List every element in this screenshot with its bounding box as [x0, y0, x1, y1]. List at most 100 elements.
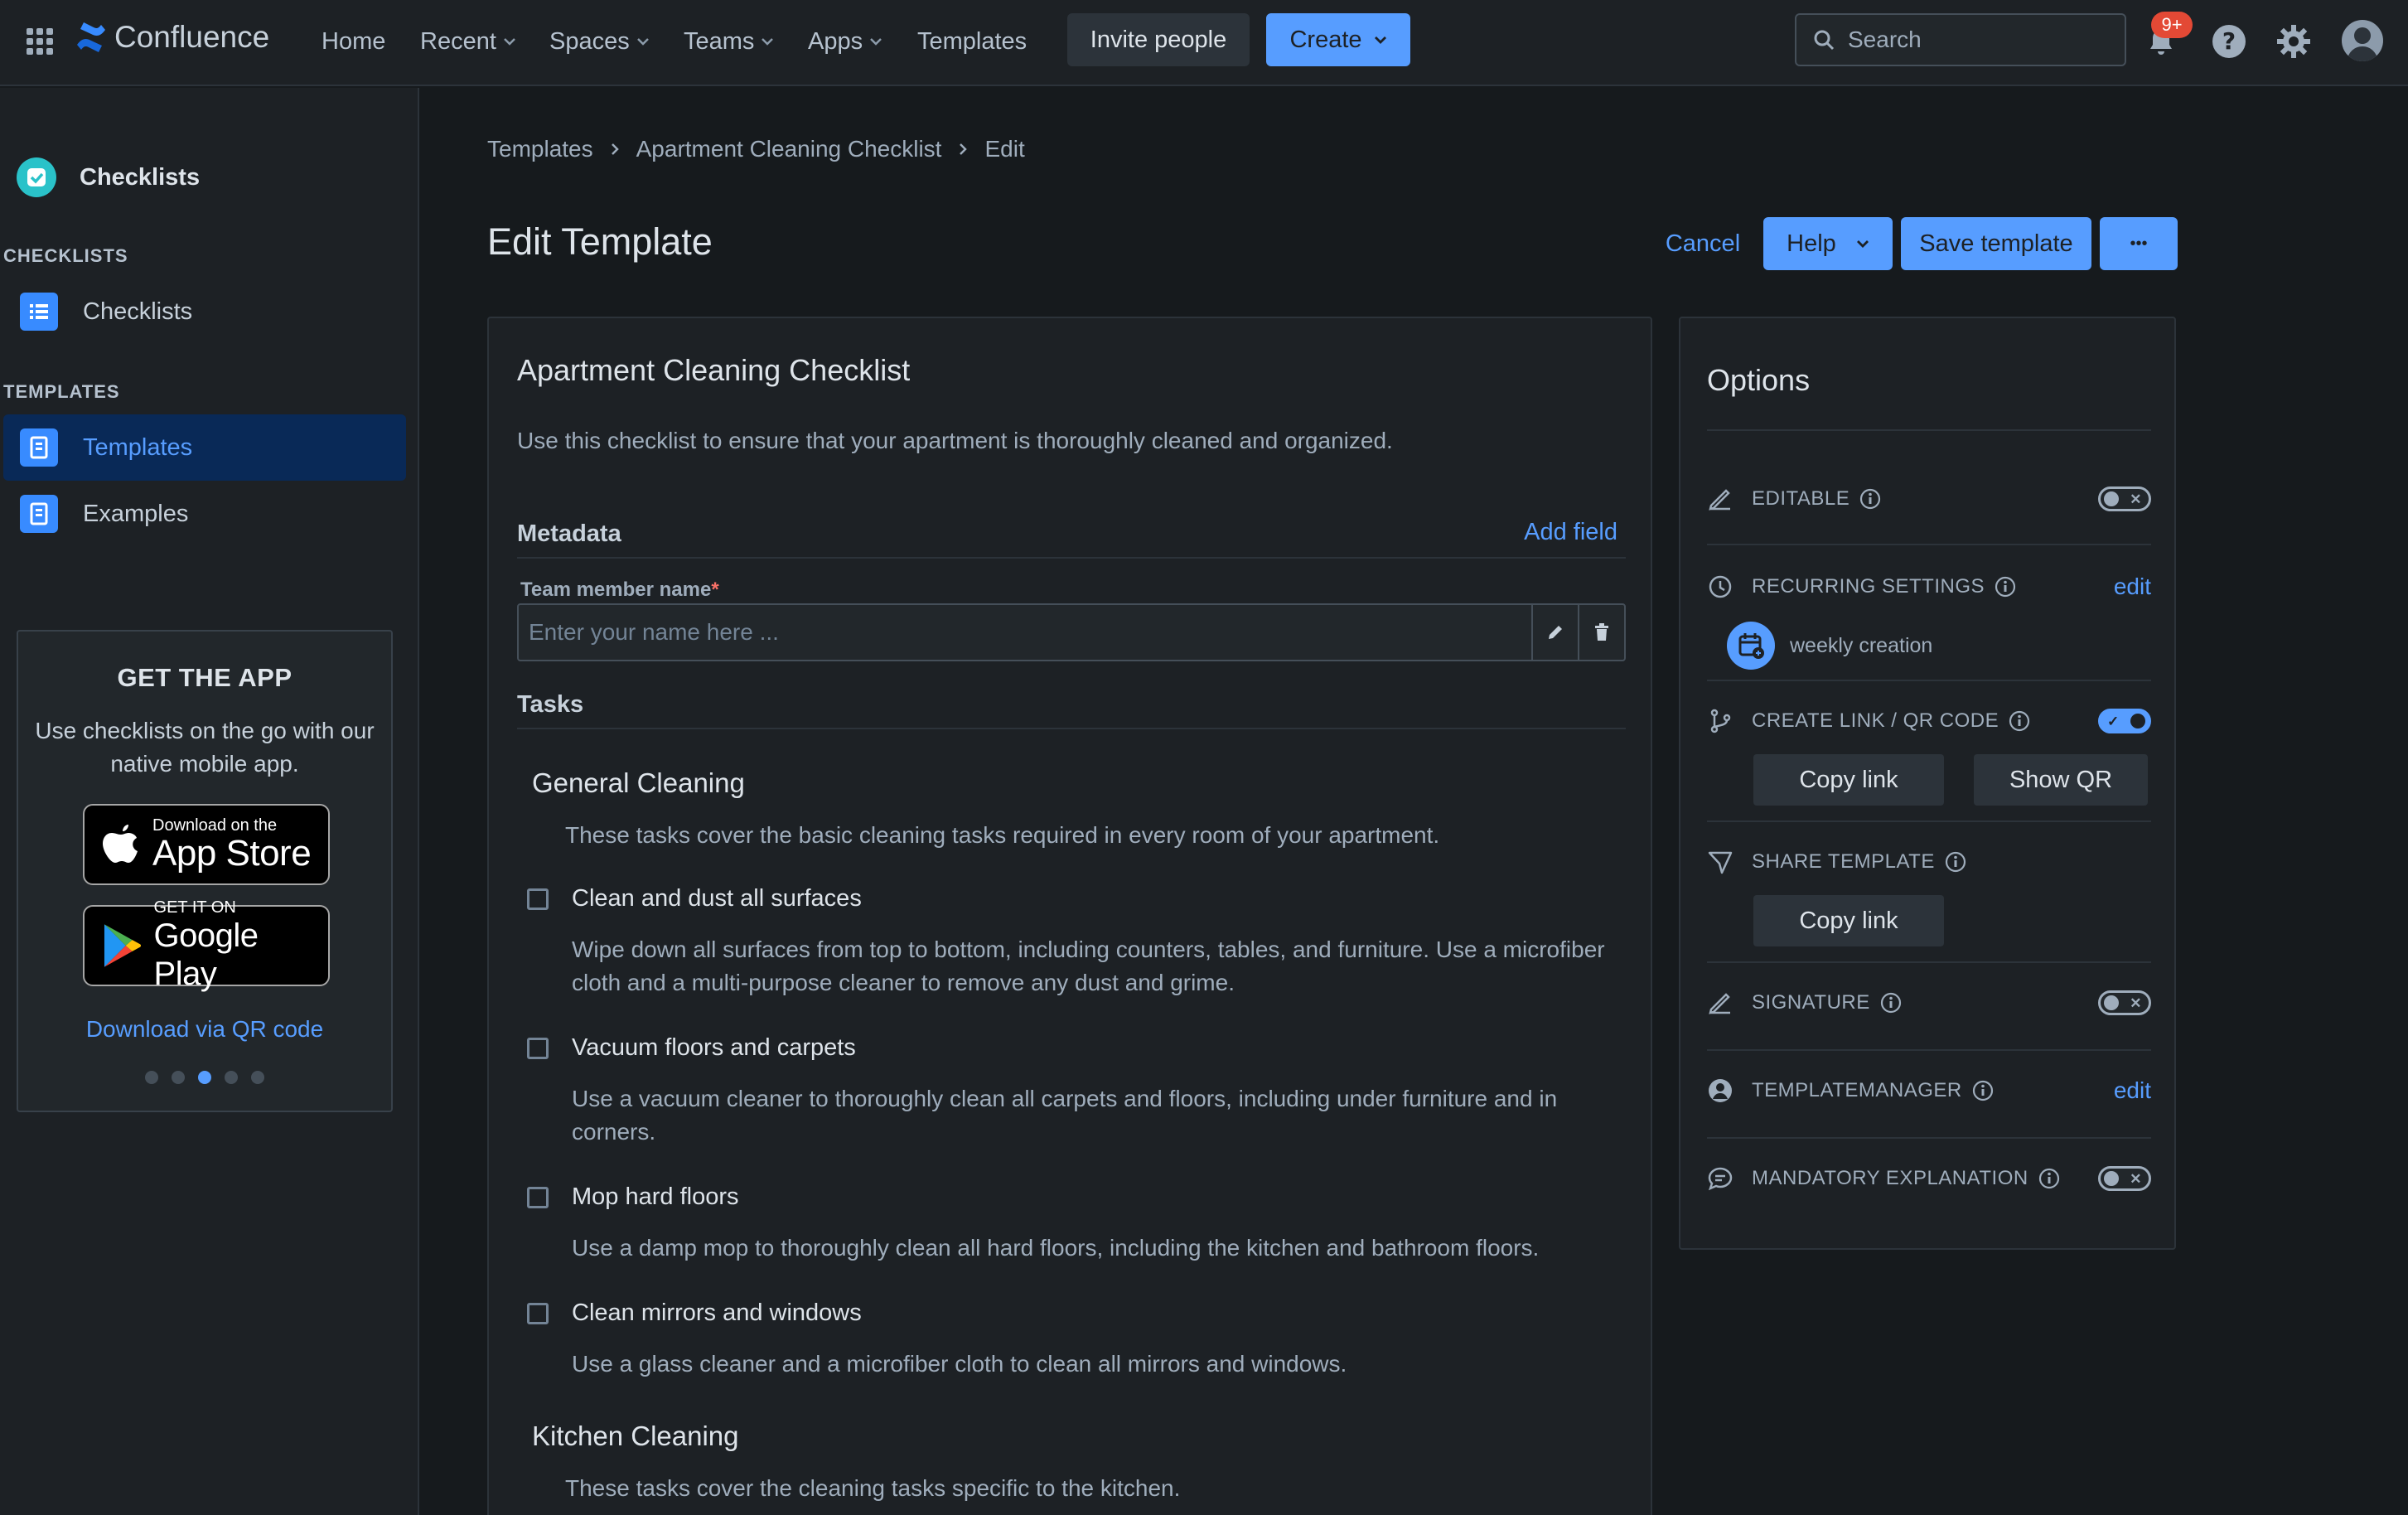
promo-text: Use checklists on the go with our native… [35, 718, 375, 777]
task-name: Vacuum floors and carpets [572, 1034, 856, 1061]
team-member-name-input[interactable] [519, 605, 1531, 660]
more-actions-button[interactable]: ••• [2100, 217, 2178, 270]
search-input[interactable]: Search [1795, 13, 2126, 66]
nav-recent[interactable]: Recent [420, 0, 516, 83]
carousel-dots [18, 1071, 391, 1084]
carousel-dot[interactable] [145, 1071, 158, 1084]
confluence-logo[interactable]: Confluence [75, 20, 269, 55]
editable-toggle[interactable]: ✕ [2098, 486, 2151, 511]
nav-templates[interactable]: Templates [917, 0, 1027, 83]
info-icon[interactable] [2038, 1168, 2060, 1189]
task-item[interactable]: Vacuum floors and carpets [527, 1034, 856, 1062]
chevron-down-icon [870, 38, 882, 46]
divider [1707, 429, 2151, 431]
pen-icon [1709, 993, 1730, 1014]
task-group-description[interactable]: These tasks cover the basic cleaning tas… [565, 822, 1439, 849]
template-editor-panel: Apartment Cleaning Checklist Use this ch… [487, 317, 1652, 1515]
edit-field-button[interactable] [1531, 605, 1578, 660]
nav-apps[interactable]: Apps [808, 0, 882, 83]
branch-link-icon [1710, 709, 1731, 733]
add-field-link[interactable]: Add field [1524, 519, 1617, 546]
recurring-edit-link[interactable]: edit [2114, 574, 2151, 600]
sidebar-category-templates: TEMPLATES [3, 381, 120, 402]
sidebar-item-templates[interactable]: Templates [3, 414, 406, 481]
create-link-toggle[interactable]: ✓ [2098, 709, 2151, 733]
carousel-dot[interactable] [225, 1071, 238, 1084]
sidebar-item-examples[interactable]: Examples [3, 481, 406, 547]
cancel-button[interactable]: Cancel [1657, 217, 1748, 270]
divider [1707, 961, 2151, 963]
settings-gear-icon[interactable] [2275, 23, 2312, 60]
copy-link-button[interactable]: Copy link [1753, 754, 1944, 806]
option-recurring: RECURRING SETTINGS edit [1707, 572, 2151, 602]
info-icon[interactable] [2009, 710, 2030, 732]
app-store-badge[interactable]: Download on the App Store [83, 804, 330, 885]
show-qr-button[interactable]: Show QR [1974, 754, 2148, 806]
task-checkbox[interactable] [527, 1186, 549, 1208]
sidebar-item-label: Templates [83, 433, 193, 461]
metadata-heading: Metadata [517, 520, 621, 547]
divider [517, 728, 1626, 729]
search-placeholder: Search [1848, 27, 1922, 52]
create-button[interactable]: Create [1266, 13, 1410, 66]
google-play-badge[interactable]: GET IT ON Google Play [83, 898, 330, 992]
option-label: CREATE LINK / QR CODE [1752, 709, 1999, 732]
sidebar-item-checklists[interactable]: Checklists [3, 278, 406, 345]
nav-teams[interactable]: Teams [684, 0, 774, 83]
signature-toggle[interactable]: ✕ [2098, 990, 2151, 1015]
save-template-button[interactable]: Save template [1901, 217, 2091, 270]
divider [1707, 680, 2151, 681]
task-checkbox[interactable] [527, 1302, 549, 1324]
sidebar-app-name: Checklists [80, 163, 201, 191]
nav-home[interactable]: Home [322, 0, 385, 83]
breadcrumb-edit: Edit [984, 136, 1025, 162]
template-title[interactable]: Apartment Cleaning Checklist [517, 353, 910, 388]
help-button[interactable]: Help [1763, 217, 1893, 270]
divider [1707, 544, 2151, 545]
app-switcher-icon[interactable] [25, 27, 55, 56]
mandatory-explanation-toggle[interactable]: ✕ [2098, 1166, 2151, 1191]
user-avatar[interactable] [2342, 20, 2383, 61]
option-label: SHARE TEMPLATE [1752, 850, 1935, 873]
notification-badge: 9+ [2151, 12, 2193, 38]
carousel-dot[interactable] [172, 1071, 185, 1084]
info-icon[interactable] [1859, 488, 1881, 510]
invite-people-button[interactable]: Invite people [1067, 13, 1250, 66]
task-item[interactable]: Mop hard floors [527, 1183, 739, 1211]
chevron-right-icon [611, 143, 619, 155]
task-group-description[interactable]: These tasks cover the cleaning tasks spe… [565, 1475, 1180, 1502]
option-label: MANDATORY EXPLANATION [1752, 1167, 2028, 1189]
delete-field-button[interactable] [1578, 605, 1624, 660]
task-name: Mop hard floors [572, 1183, 739, 1210]
template-description[interactable]: Use this checklist to ensure that your a… [517, 428, 1393, 454]
info-icon[interactable] [1995, 576, 2016, 598]
info-icon[interactable] [1880, 992, 1902, 1014]
carousel-dot[interactable] [251, 1071, 264, 1084]
task-checkbox[interactable] [527, 1037, 549, 1059]
info-icon[interactable] [1972, 1080, 1994, 1101]
sidebar-app-header[interactable]: Checklists [17, 157, 200, 197]
share-copy-link-button[interactable]: Copy link [1753, 895, 1944, 946]
template-manager-edit-link[interactable]: edit [2114, 1077, 2151, 1104]
carousel-dot[interactable] [198, 1071, 211, 1084]
pen-icon [1709, 489, 1730, 511]
trash-icon [1595, 623, 1608, 641]
download-qr-link[interactable]: Download via QR code [18, 1016, 391, 1043]
nav-spaces[interactable]: Spaces [549, 0, 650, 83]
task-item[interactable]: Clean mirrors and windows [527, 1300, 862, 1327]
chevron-down-icon [1856, 240, 1869, 248]
divider [1707, 820, 2151, 822]
task-item[interactable]: Clean and dust all surfaces [527, 885, 862, 912]
required-marker: * [711, 578, 719, 601]
breadcrumb-checklist[interactable]: Apartment Cleaning Checklist [636, 136, 942, 162]
breadcrumb-templates[interactable]: Templates [487, 136, 593, 162]
task-group-title[interactable]: General Cleaning [532, 767, 745, 799]
chevron-down-icon [636, 38, 649, 46]
option-editable: EDITABLE ✕ [1707, 484, 2151, 514]
calendar-icon [1727, 622, 1775, 670]
task-checkbox[interactable] [527, 888, 549, 910]
info-icon[interactable] [1945, 851, 1966, 873]
help-icon[interactable]: ? [2211, 23, 2247, 60]
option-create-link: CREATE LINK / QR CODE ✓ [1707, 706, 2151, 736]
task-group-title[interactable]: Kitchen Cleaning [532, 1421, 739, 1452]
